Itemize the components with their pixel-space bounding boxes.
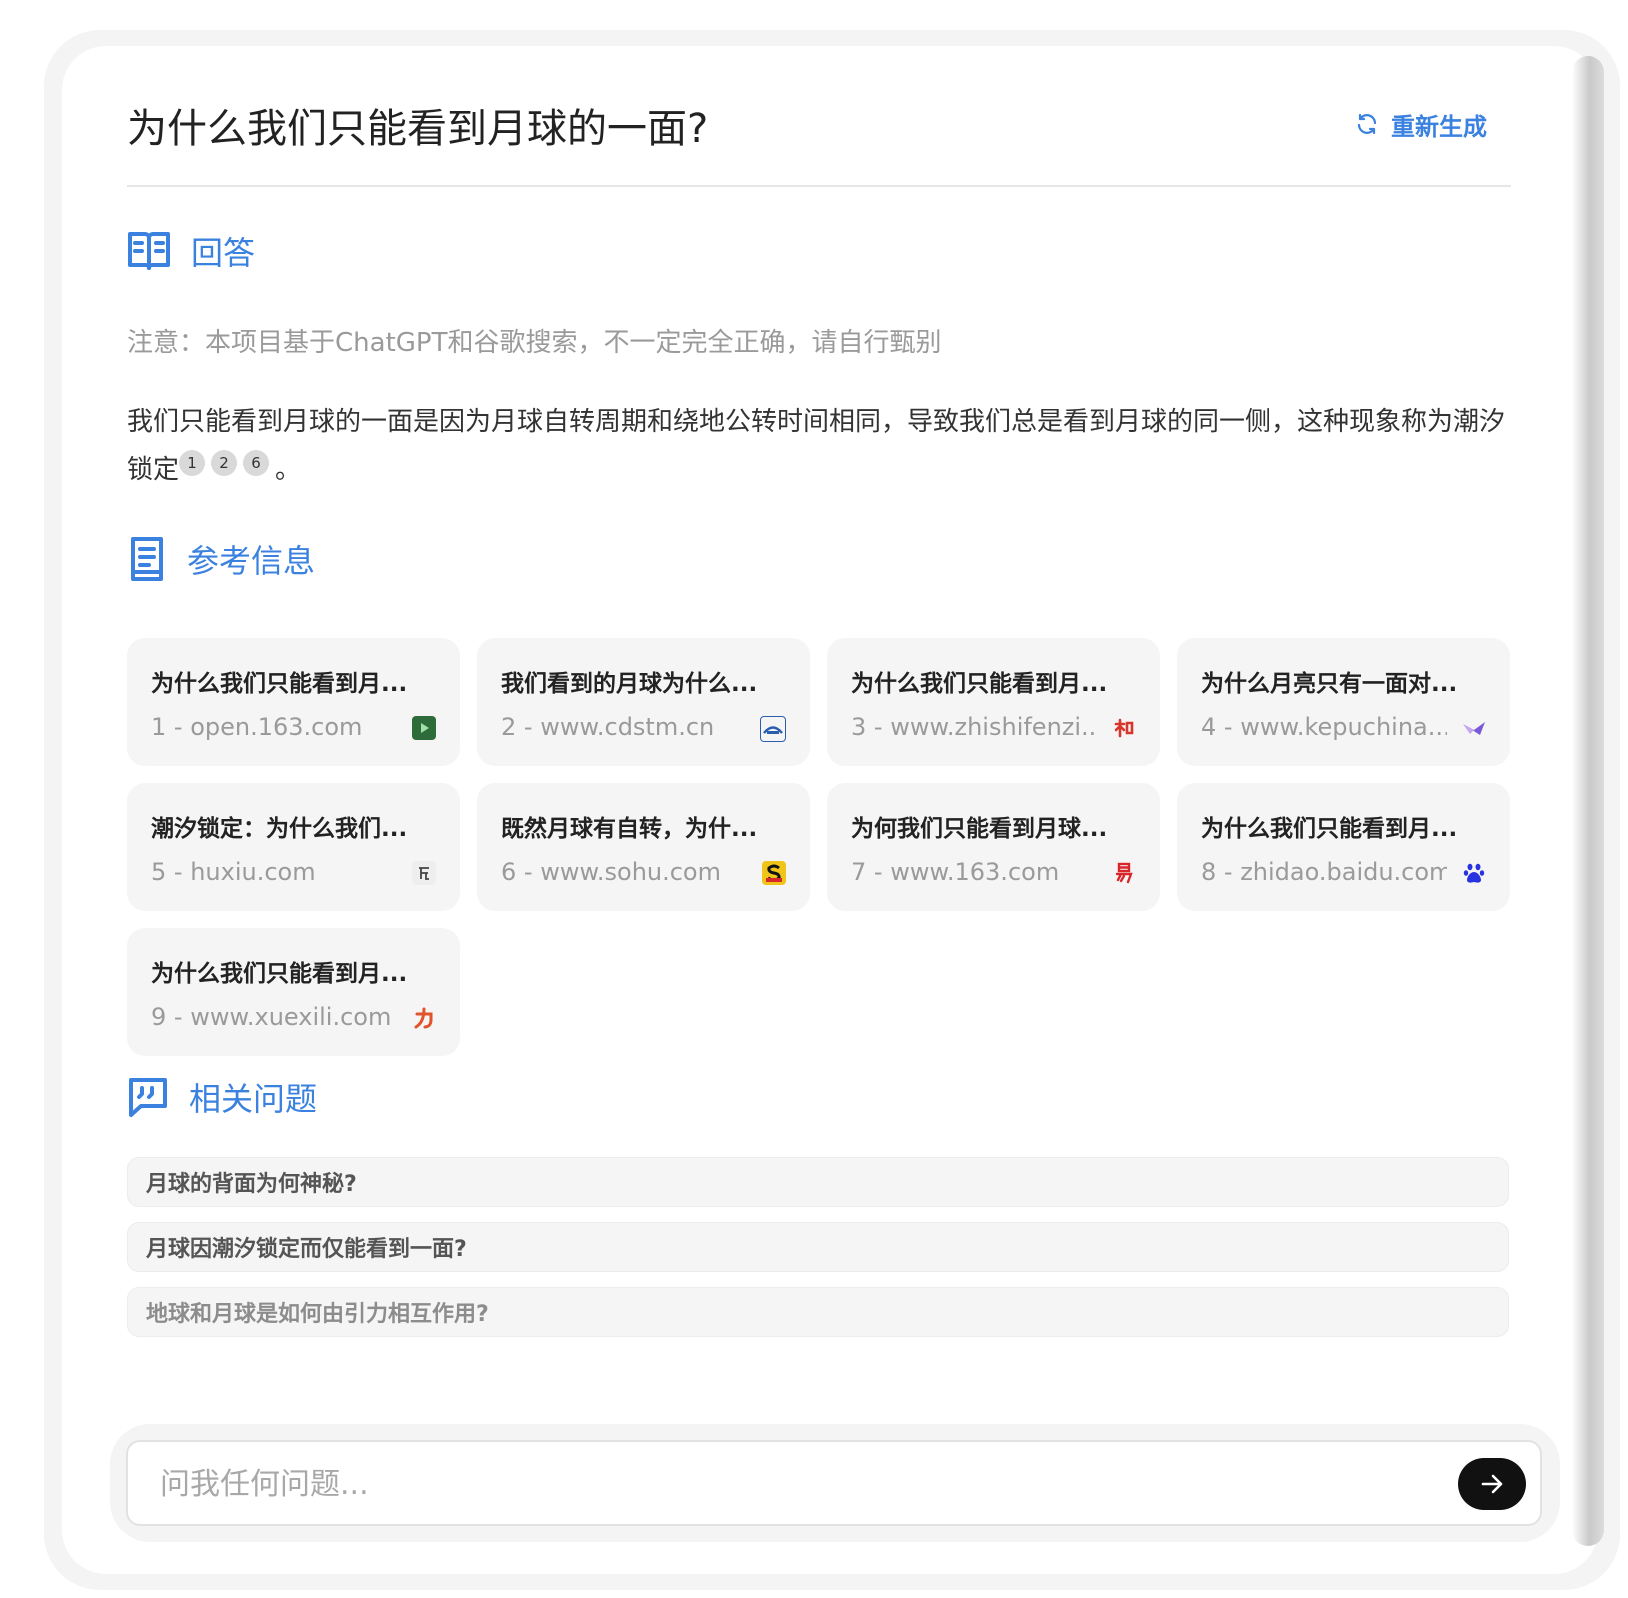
reference-title: 为何我们只能看到月球...: [851, 816, 1108, 842]
reference-title: 为什么我们只能看到月...: [151, 671, 408, 697]
reference-card[interactable]: 为何我们只能看到月球... 7 - www.163.com: [827, 783, 1160, 911]
sohu-icon: [762, 861, 786, 885]
reference-source: 2 - www.cdstm.cn: [501, 713, 715, 741]
answer-text: 我们只能看到月球的一面是因为月球自转周期和绕地公转时间相同，导致我们总是看到月球…: [127, 398, 1517, 494]
reference-card[interactable]: 既然月球有自转，为什... 6 - www.sohu.com: [477, 783, 810, 911]
question-input[interactable]: [158, 1456, 1402, 1512]
reference-title: 为什么我们只能看到月...: [851, 671, 1108, 697]
reference-card[interactable]: 我们看到的月球为什么... 2 - www.cdstm.cn: [477, 638, 810, 766]
reference-source: 8 - zhidao.baidu.com: [1201, 858, 1447, 886]
send-button[interactable]: [1458, 1458, 1526, 1510]
page-title: 为什么我们只能看到月球的一面?: [127, 106, 709, 152]
references-heading-label: 参考信息: [187, 542, 316, 580]
zhi-icon: [1112, 716, 1136, 740]
related-heading-label: 相关问题: [189, 1080, 318, 1118]
related-question[interactable]: 月球因潮汐锁定而仅能看到一面?: [127, 1222, 1509, 1272]
reference-source: 6 - www.sohu.com: [501, 858, 721, 886]
reference-card[interactable]: 为什么我们只能看到月... 9 - www.xuexili.com: [127, 928, 460, 1056]
regenerate-button[interactable]: 重新生成: [1355, 106, 1487, 142]
reference-source: 7 - www.163.com: [851, 858, 1060, 886]
title-divider: [127, 185, 1511, 187]
disclaimer-note: 注意：本项目基于ChatGPT和谷歌搜索，不一定完全正确，请自行甄别: [127, 328, 942, 358]
arrow-right-icon: [1481, 1474, 1503, 1494]
reference-title: 为什么月亮只有一面对...: [1201, 671, 1458, 697]
citation-badge[interactable]: 1: [179, 450, 206, 476]
reference-source: 9 - www.xuexili.com: [151, 1003, 392, 1031]
related-heading: 相关问题: [127, 1074, 317, 1120]
related-question[interactable]: 月球的背面为何神秘?: [127, 1157, 1509, 1207]
baidu-paw-icon: [1462, 861, 1486, 885]
chat-quote-icon: [129, 1078, 167, 1117]
reference-source: 4 - www.kepuchina...: [1201, 713, 1447, 741]
document-icon: [131, 537, 163, 581]
composer: [126, 1440, 1542, 1526]
reference-grid: 为什么我们只能看到月... 1 - open.163.com 我们看到的月球为什…: [127, 638, 1511, 1056]
reference-card[interactable]: 为什么我们只能看到月... 3 - www.zhishifenzi...: [827, 638, 1160, 766]
scrollbar[interactable]: [1572, 56, 1604, 1546]
reference-source: 5 - huxiu.com: [151, 858, 316, 886]
reference-title: 我们看到的月球为什么...: [501, 671, 758, 697]
references-heading: 参考信息: [127, 536, 315, 582]
related-question[interactable]: 地球和月球是如何由引力相互作用?: [127, 1287, 1509, 1337]
museum-icon: [760, 716, 786, 742]
reference-title: 潮汐锁定：为什么我们...: [151, 816, 408, 842]
answer-heading-label: 回答: [191, 234, 256, 272]
answer-heading: 回答: [127, 228, 255, 274]
kepu-icon: [1462, 716, 1486, 740]
regenerate-label: 重新生成: [1391, 112, 1487, 141]
book-open-icon: [128, 232, 170, 270]
netease-icon: [1112, 861, 1136, 885]
reference-card[interactable]: 为什么我们只能看到月... 1 - open.163.com: [127, 638, 460, 766]
refresh-icon: [1357, 113, 1377, 135]
citation-badge[interactable]: 6: [243, 450, 270, 476]
reference-source: 1 - open.163.com: [151, 713, 363, 741]
play-icon: [412, 716, 436, 740]
reference-card[interactable]: 为什么我们只能看到月... 8 - zhidao.baidu.com: [1177, 783, 1510, 911]
answer-body: 我们只能看到月球的一面是因为月球自转周期和绕地公转时间相同，导致我们总是看到月球…: [127, 407, 1506, 485]
answer-end-punct: 。: [275, 455, 302, 485]
reference-title: 既然月球有自转，为什...: [501, 816, 758, 842]
reference-card[interactable]: 潮汐锁定：为什么我们... 5 - huxiu.com: [127, 783, 460, 911]
citation-badge[interactable]: 2: [211, 450, 238, 476]
xuexili-icon: [412, 1006, 436, 1030]
reference-card[interactable]: 为什么月亮只有一面对... 4 - www.kepuchina...: [1177, 638, 1510, 766]
reference-title: 为什么我们只能看到月...: [1201, 816, 1458, 842]
reference-source: 3 - www.zhishifenzi...: [851, 713, 1097, 741]
reference-title: 为什么我们只能看到月...: [151, 961, 408, 987]
hu-icon: [412, 861, 436, 885]
